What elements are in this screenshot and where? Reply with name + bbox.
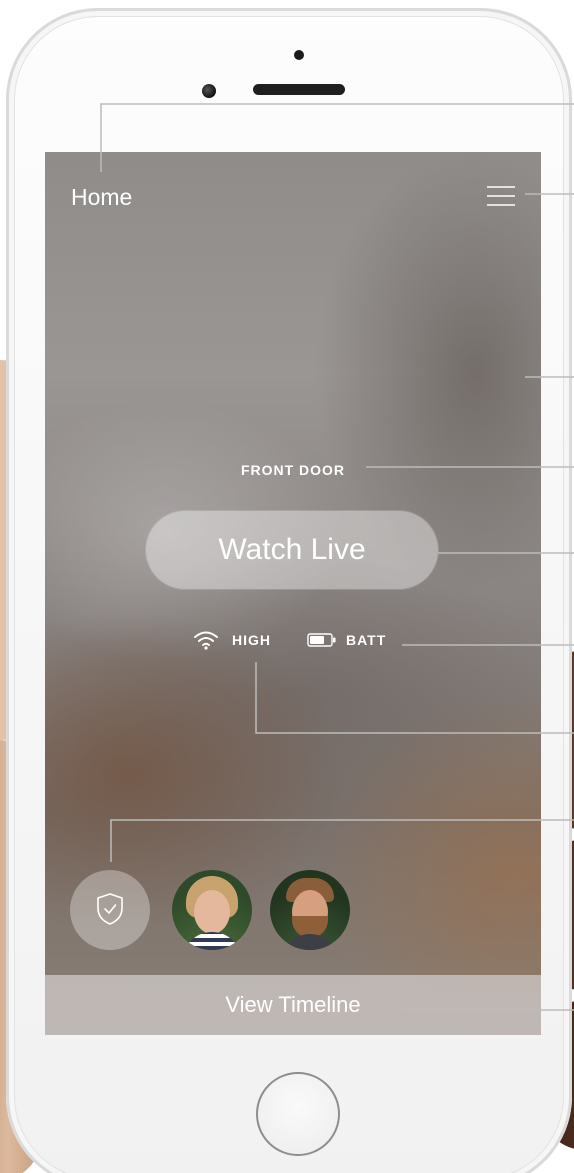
view-timeline-button[interactable]: View Timeline <box>45 975 541 1035</box>
product-mockup: Home FRONT DOOR Watch Live HIGH BATT Vie… <box>0 0 574 1173</box>
earpiece-speaker <box>253 84 345 95</box>
shield-check-icon <box>97 893 123 925</box>
hamburger-menu-icon[interactable] <box>487 184 515 208</box>
watch-live-button[interactable]: Watch Live <box>146 511 438 589</box>
device-status-row: HIGH BATT <box>45 628 541 652</box>
page-title: Home <box>71 184 133 210</box>
app-screen: Home FRONT DOOR Watch Live HIGH BATT Vie… <box>45 152 541 1035</box>
security-mode-button[interactable] <box>70 870 150 950</box>
avatar-face <box>194 890 230 934</box>
view-timeline-label: View Timeline <box>225 992 361 1017</box>
wifi-icon <box>194 631 218 650</box>
front-camera <box>202 84 216 98</box>
battery-icon <box>307 633 336 647</box>
quick-access-row <box>45 868 541 952</box>
proximity-sensor <box>294 50 304 60</box>
user-avatar-woman[interactable] <box>172 870 252 950</box>
battery-label: BATT <box>346 632 387 648</box>
home-button[interactable] <box>256 1072 340 1156</box>
avatar-shirt <box>280 934 340 950</box>
user-avatar-man[interactable] <box>270 870 350 950</box>
camera-name: FRONT DOOR <box>240 462 346 478</box>
signal-strength-label: HIGH <box>232 632 271 648</box>
avatar-shirt <box>182 932 242 950</box>
battery-level-fill <box>310 636 324 644</box>
